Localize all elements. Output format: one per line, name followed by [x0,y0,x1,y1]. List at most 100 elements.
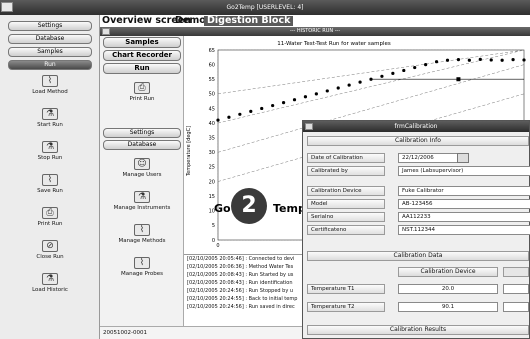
sidebar-settings-button[interactable]: Settings [8,21,92,31]
calibration-results-header: Calibration Results [307,325,529,335]
calibration-data-header: Calibration Data [307,251,529,261]
temperature-t2-field[interactable]: 90.1 [398,302,498,312]
load-historic-icon: ⚗ [42,273,58,285]
print-run-subitem[interactable]: ⎙ Print Run [97,82,187,102]
sidebar-database-button[interactable]: Database [8,34,92,44]
load-historic-label: Load Historic [32,287,68,293]
start-run-item[interactable]: ⚗ Start Run [5,108,95,128]
y-tick-label: 25 [209,165,215,171]
manage-users-label: Manage Users [122,172,162,178]
log-line: [02/10/2005 20:06:36] : Method Water Tes [187,264,294,270]
calibration-device-column: Calibration Device [398,267,498,277]
manage-probes-item[interactable]: ⌇ Manage Probes [97,257,187,277]
sidebar-samples-button[interactable]: Samples [8,47,92,57]
users-icon: ☺ [134,158,150,170]
log-line: [02/10/2005 20:08:43] : Run identificati… [187,280,293,286]
temperature-t2-next-field[interactable] [503,302,529,312]
data-point [227,115,231,119]
y-tick-label: 35 [209,135,215,141]
calibrated-by-label: Calibrated by [307,166,385,176]
historic-run-bar: --- HISTORIC RUN --- [100,27,530,36]
chart-recorder-button[interactable]: Chart Recorder [103,50,181,61]
calibrated-by-field[interactable]: James (Labsupervisor) [398,166,530,176]
data-point [489,58,493,62]
probes-icon: ⌇ [134,257,150,269]
data-point [369,77,373,81]
start-run-label: Start Run [37,122,63,128]
printer-icon: ⎙ [134,82,150,94]
close-run-icon: ⊘ [42,240,58,252]
system-menu-button[interactable] [1,2,13,12]
data-point [500,58,504,62]
manage-instruments-label: Manage Instruments [113,205,171,211]
log-line: [02/10/2005 20:24:56] : Run Stopped by u [187,288,294,294]
dialog-menu-button[interactable] [305,123,313,130]
historic-run-title: --- HISTORIC RUN --- [289,28,341,34]
temperature-t1-next-field[interactable] [503,284,529,294]
title-bar: Go2Temp [USERLEVEL: 4] [0,0,530,15]
date-of-calibration-label: Date of Calibration [307,153,385,163]
dialog-title: frmCalibration [394,123,438,130]
load-method-item[interactable]: ⌇ Load Method [5,75,95,95]
close-run-item[interactable]: ⊘ Close Run [5,240,95,260]
stop-run-item[interactable]: ⚗ Stop Run [5,141,95,161]
model-label: Model [307,199,385,209]
tab-digestion-block[interactable]: Digestion Block [204,16,294,26]
data-point [456,58,461,62]
y-tick-label: 5 [212,223,215,229]
calibration-device-label: Calibration Device [307,186,385,196]
y-tick-label: 20 [209,179,215,185]
sidebar: Settings Database Samples Run ⌇ Load Meth… [0,15,100,339]
close-run-label: Close Run [36,254,64,260]
y-tick-label: 60 [209,62,215,68]
manage-instruments-item[interactable]: ⚗ Manage Instruments [97,191,187,211]
dialog-title-bar: frmCalibration [303,121,529,132]
settings-button[interactable]: Settings [103,128,181,138]
load-method-label: Load Method [32,89,68,95]
data-point [303,95,308,99]
print-run-item[interactable]: ⎙ Print Run [5,207,95,227]
step-badge: 2 [231,188,267,224]
print-run-label: Print Run [37,221,63,227]
load-historic-item[interactable]: ⚗ Load Historic [5,273,95,293]
run-button[interactable]: Run [103,63,181,74]
database-button[interactable]: Database [103,140,181,150]
panel-menu-button[interactable] [102,28,110,35]
serialno-field[interactable]: AA112233 [398,212,530,222]
save-run-label: Save Run [37,188,63,194]
y-tick-label: 50 [209,92,215,98]
data-point [522,58,526,62]
temperature-t1-field[interactable]: 20.0 [398,284,498,294]
model-field[interactable]: AB-123456 [398,199,530,209]
print-run-icon: ⎙ [42,207,58,219]
certificateno-label: Certificateno [307,225,385,235]
sub-panel: Samples Chart Recorder Run ⎙ Print Run Se… [100,36,184,326]
calendar-dropdown-button[interactable] [457,153,469,163]
log-line: [02/10/2005 20:08:43] : Run Started by u… [187,272,294,278]
y-tick-label: 65 [209,48,215,54]
tab-demo[interactable]: Demo [175,16,206,26]
certificateno-field[interactable]: NST.112344 [398,225,530,235]
data-point [467,58,471,62]
samples-button[interactable]: Samples [103,37,181,48]
run-id: 20051002-0001 [103,330,147,336]
save-run-item[interactable]: ⌇ Save Run [5,174,95,194]
sidebar-run-button[interactable]: Run [8,60,92,70]
manage-methods-item[interactable]: ⌇ Manage Methods [97,224,187,244]
data-point [260,106,264,111]
chart-title: 11-Water Test-Test Run for water samples [277,41,391,47]
calibration-info-header: Calibration Info [307,136,529,146]
data-point [292,98,297,102]
y-tick-label: 40 [209,121,215,127]
temperature-t1-label: Temperature T1 [307,284,385,294]
data-point [336,86,340,90]
data-point [413,65,417,70]
stop-run-icon: ⚗ [42,141,58,153]
save-run-icon: ⌇ [42,174,58,186]
calibration-device-field[interactable]: Fuke Calibrator [398,186,530,196]
data-point [424,63,428,67]
overlay-go-text: Go [214,202,231,215]
manage-users-item[interactable]: ☺ Manage Users [97,158,187,178]
window-title: Go2Temp [USERLEVEL: 4] [226,4,304,11]
y-tick-label: 55 [209,77,215,83]
